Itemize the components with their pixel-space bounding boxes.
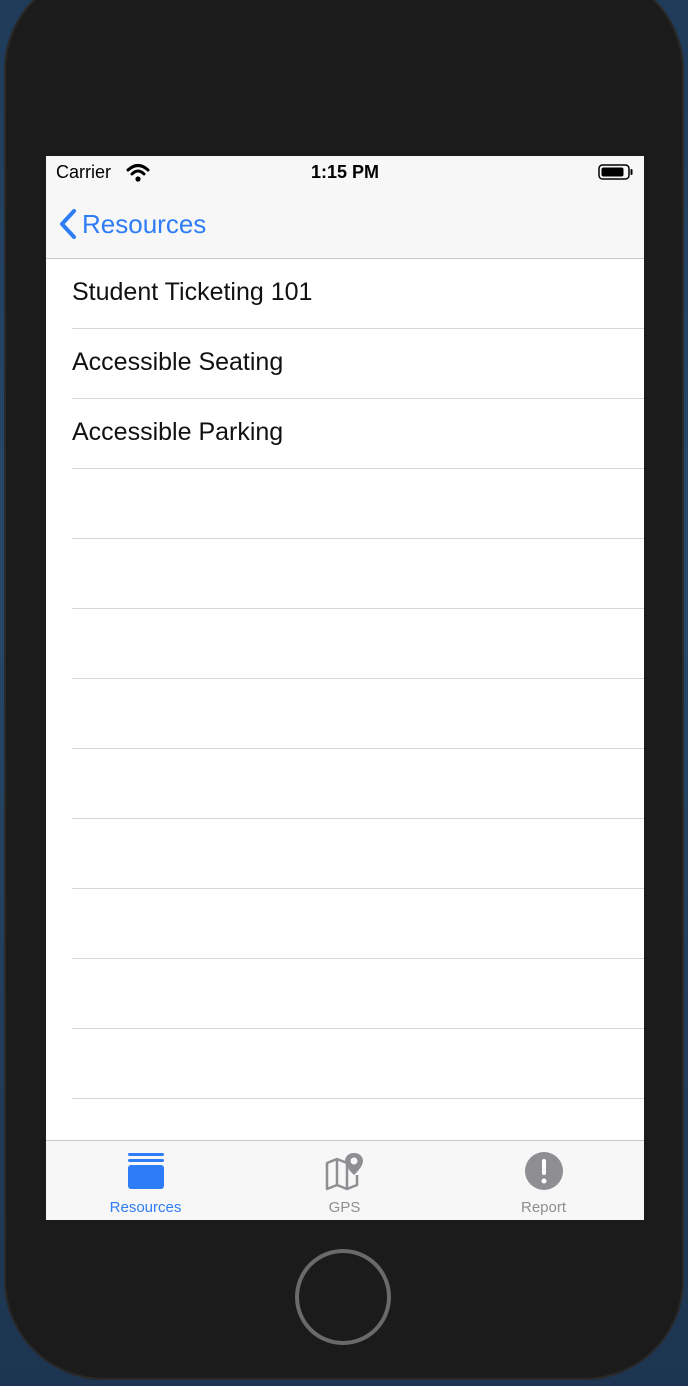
tab-label: Report xyxy=(520,1199,567,1216)
list-item[interactable]: Student Ticketing 101 xyxy=(72,259,644,329)
list-item[interactable]: Accessible Seating xyxy=(72,329,644,399)
navigation-bar: Resources xyxy=(46,190,644,259)
tab-bar: Resources GPS Report xyxy=(46,1140,644,1220)
tab-report[interactable]: Report xyxy=(444,1141,643,1220)
tab-resources[interactable]: Resources xyxy=(46,1141,245,1220)
empty-row xyxy=(72,679,644,749)
tab-gps[interactable]: GPS xyxy=(245,1141,444,1220)
empty-row xyxy=(72,749,644,819)
stack-icon xyxy=(127,1153,164,1189)
tab-label: GPS xyxy=(328,1199,361,1216)
app-screen: Carrier 1:15 PM Resources Student Ticket… xyxy=(46,156,644,1220)
tab-label: Resources xyxy=(109,1199,182,1216)
battery-icon xyxy=(598,164,633,180)
list-item-label: Accessible Parking xyxy=(72,418,284,446)
exclamation-icon xyxy=(524,1152,563,1190)
list-item[interactable]: Accessible Parking xyxy=(72,399,644,469)
empty-row xyxy=(72,469,644,539)
empty-row xyxy=(72,959,644,1029)
empty-row xyxy=(72,1029,644,1099)
empty-row xyxy=(72,889,644,959)
empty-row xyxy=(72,609,644,679)
empty-row xyxy=(72,539,644,609)
home-button[interactable] xyxy=(295,1249,391,1345)
back-button-label: Resources xyxy=(82,208,207,239)
clock: 1:15 PM xyxy=(310,162,380,182)
list-item-label: Student Ticketing 101 xyxy=(72,278,313,306)
status-bar: Carrier 1:15 PM xyxy=(46,156,644,190)
resource-list: Student Ticketing 101 Accessible Seating… xyxy=(46,259,644,1169)
empty-row xyxy=(72,819,644,889)
list-item-label: Accessible Seating xyxy=(72,348,284,376)
map-pin-icon xyxy=(325,1153,363,1191)
back-button[interactable]: Resources xyxy=(58,204,206,244)
chevron-left-icon xyxy=(60,209,76,239)
